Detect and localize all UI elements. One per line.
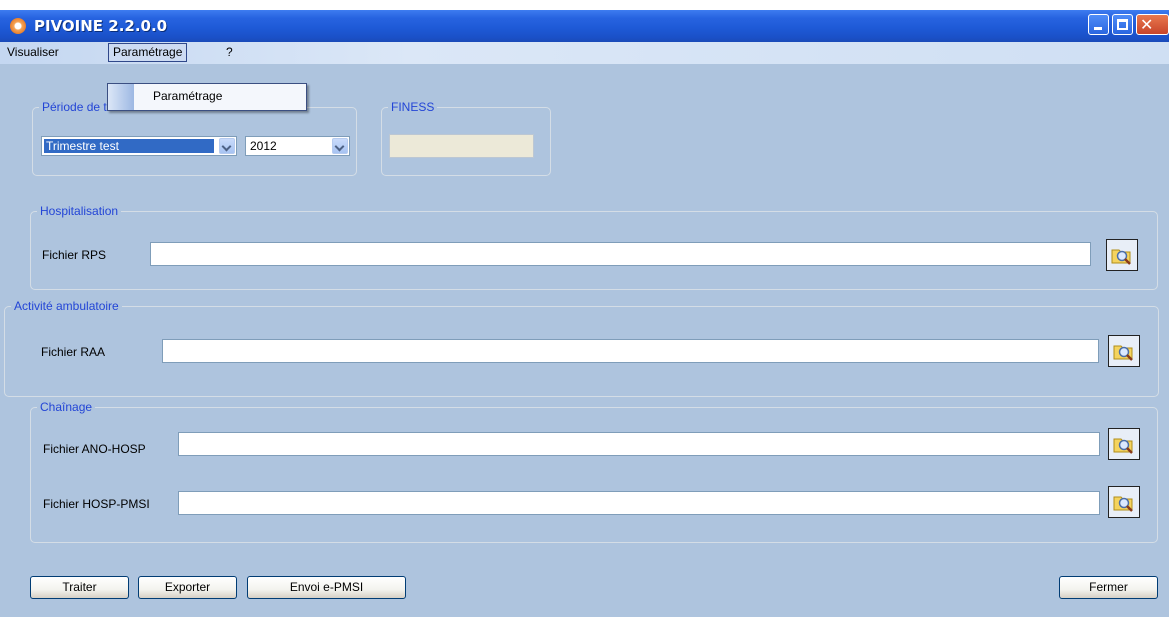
- app-window: PIVOINE 2.2.0.0 ✕ Visualiser Paramétrage…: [0, 10, 1169, 617]
- rps-label: Fichier RPS: [42, 248, 107, 262]
- chainage-group: Chaînage: [30, 400, 1158, 543]
- maximize-icon: [1117, 19, 1128, 30]
- chevron-down-icon[interactable]: [219, 138, 235, 154]
- menu-help[interactable]: ?: [222, 44, 237, 61]
- minimize-icon: [1094, 27, 1102, 30]
- parametrage-dropdown-menu: Paramétrage: [107, 83, 307, 111]
- finess-field: [389, 134, 534, 158]
- browse-raa-button[interactable]: [1108, 335, 1140, 367]
- finess-legend: FINESS: [391, 100, 435, 114]
- window-title: PIVOINE 2.2.0.0: [34, 17, 168, 35]
- chainage-legend: Chaînage: [40, 400, 93, 414]
- close-icon: ✕: [1140, 15, 1154, 34]
- menu-bar: Visualiser Paramétrage ?: [0, 42, 1169, 64]
- title-bar: PIVOINE 2.2.0.0 ✕: [0, 10, 1169, 42]
- maximize-button[interactable]: [1112, 14, 1133, 35]
- hospitalisation-legend: Hospitalisation: [40, 204, 119, 218]
- traiter-button[interactable]: Traiter: [30, 576, 129, 599]
- rps-file-input[interactable]: [150, 242, 1091, 266]
- menu-parametrage[interactable]: Paramétrage: [108, 43, 188, 62]
- annee-select[interactable]: 2012: [245, 136, 350, 156]
- menu-item-parametrage[interactable]: Paramétrage: [153, 89, 222, 103]
- raa-file-input[interactable]: [162, 339, 1099, 363]
- fermer-button[interactable]: Fermer: [1059, 576, 1158, 599]
- exporter-button[interactable]: Exporter: [138, 576, 237, 599]
- chevron-down-icon[interactable]: [332, 138, 348, 154]
- browse-folder-icon: [1111, 249, 1131, 265]
- browse-folder-icon: [1113, 438, 1133, 454]
- menu-icon-strip: [108, 84, 134, 110]
- browse-ano-hosp-button[interactable]: [1108, 428, 1140, 460]
- ambulatoire-legend: Activité ambulatoire: [14, 299, 119, 313]
- menu-visualiser[interactable]: Visualiser: [3, 44, 63, 61]
- minimize-button[interactable]: [1088, 14, 1109, 35]
- raa-label: Fichier RAA: [41, 345, 106, 359]
- ano-hosp-label: Fichier ANO-HOSP: [43, 442, 146, 456]
- annee-value: 2012: [250, 139, 277, 153]
- browse-folder-icon: [1113, 496, 1133, 512]
- trimestre-value: Trimestre test: [44, 139, 214, 153]
- browse-rps-button[interactable]: [1106, 239, 1138, 271]
- browse-folder-icon: [1113, 345, 1133, 361]
- pivoine-app-icon: [10, 18, 26, 34]
- close-window-button[interactable]: ✕: [1136, 14, 1169, 35]
- browse-hosp-pmsi-button[interactable]: [1108, 486, 1140, 518]
- hosp-pmsi-label: Fichier HOSP-PMSI: [43, 497, 150, 511]
- envoi-epmsi-button[interactable]: Envoi e-PMSI: [247, 576, 406, 599]
- trimestre-select[interactable]: Trimestre test: [41, 136, 237, 156]
- ano-hosp-file-input[interactable]: [178, 432, 1100, 456]
- hosp-pmsi-file-input[interactable]: [178, 491, 1100, 515]
